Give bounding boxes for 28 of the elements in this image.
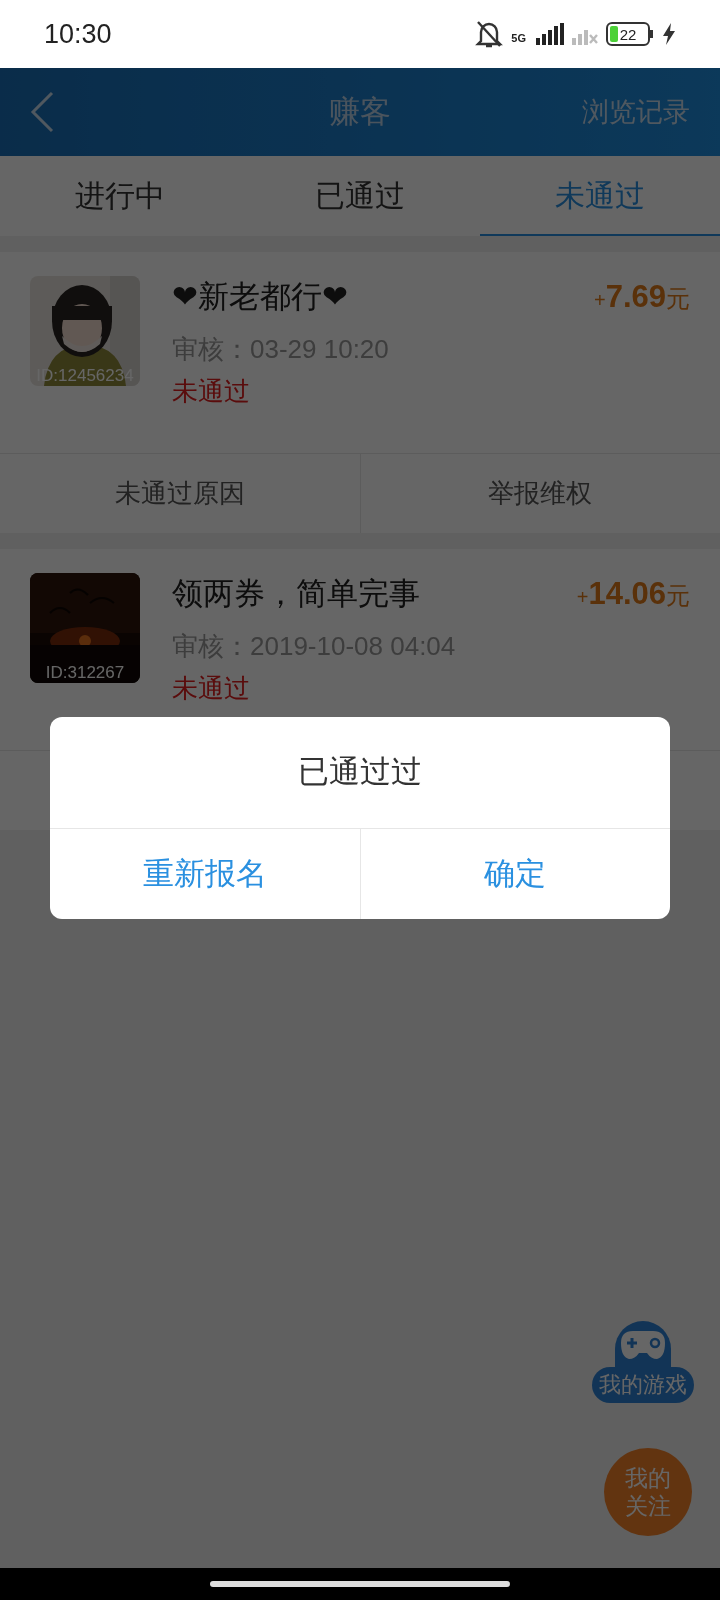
- task-title: ❤新老都行❤: [172, 278, 348, 316]
- reward-amount: +14.06元: [576, 575, 690, 613]
- back-icon[interactable]: [30, 91, 54, 133]
- dialog-button[interactable]: 重新报名: [50, 829, 360, 919]
- status-label: 未通过: [172, 672, 251, 705]
- page-title: 赚客: [329, 92, 391, 131]
- game-button[interactable]: 我的游戏: [592, 1321, 694, 1411]
- reward-amount: +7.69元: [593, 278, 690, 316]
- task-title: 领两券，简单完事: [172, 575, 420, 613]
- follow-button[interactable]: 我的关注: [604, 1448, 692, 1536]
- tab[interactable]: 进行中: [0, 156, 240, 236]
- action-button[interactable]: 举报维权: [359, 454, 720, 533]
- battery-level: 22: [619, 26, 637, 42]
- network-label: 5G: [511, 33, 526, 44]
- signal-icon: [534, 23, 564, 45]
- thumbnail-id: ID:312267: [44, 664, 126, 681]
- bell-muted-icon: [475, 19, 504, 49]
- action-button[interactable]: 未通过原因: [0, 454, 360, 533]
- game-label: 我的游戏: [592, 1367, 694, 1403]
- battery-icon: [606, 22, 654, 46]
- status-label: 未通过: [172, 375, 251, 408]
- dialog-message: 已通过过: [50, 717, 670, 829]
- tab[interactable]: 未通过: [480, 156, 720, 236]
- history-link[interactable]: 浏览记录: [582, 91, 690, 133]
- dialog-button[interactable]: 确定: [359, 829, 670, 919]
- status-time: 10:30: [44, 17, 112, 51]
- tab[interactable]: 已通过: [240, 156, 480, 236]
- charging-icon: [662, 23, 676, 45]
